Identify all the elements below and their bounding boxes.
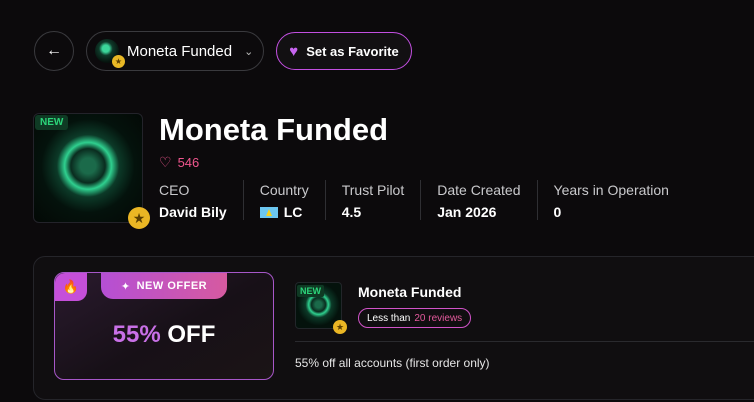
stat-date-created: Date Created Jan 2026 — [420, 180, 536, 220]
likes-counter[interactable]: ♡ 546 — [159, 154, 199, 171]
back-button[interactable]: ← — [34, 31, 74, 71]
stat-label: Trust Pilot — [341, 182, 405, 198]
heart-icon: ♥ — [289, 42, 299, 60]
new-offer-label: NEW OFFER — [136, 280, 208, 292]
fire-icon: 🔥 — [55, 273, 87, 301]
page-title: Moneta Funded — [159, 112, 389, 147]
arrow-left-icon: ← — [46, 42, 62, 59]
stat-value: 0 — [553, 204, 562, 220]
reviews-count: 20 reviews — [414, 312, 463, 324]
firm-selector-label: Moneta Funded — [127, 42, 233, 60]
stat-trustpilot: Trust Pilot 4.5 — [324, 180, 421, 220]
verified-star-icon: ★ — [128, 207, 150, 229]
offer-tile[interactable]: 🔥 ✦ NEW OFFER 55% OFF — [54, 272, 274, 380]
set-favorite-label: Set as Favorite — [306, 43, 399, 59]
reviews-badge: Less than 20 reviews — [358, 308, 472, 328]
stat-value: Jan 2026 — [437, 204, 497, 220]
likes-count: 546 — [177, 155, 200, 170]
stat-label: Date Created — [437, 182, 521, 198]
firm-stats: CEO David Bily Country LC Trust Pilot 4.… — [159, 180, 685, 220]
stat-label: Country — [259, 182, 309, 198]
offer-card[interactable]: 🔥 ✦ NEW OFFER 55% OFF NEW ★ Moneta Funde… — [33, 256, 754, 400]
stat-value: LC — [259, 204, 309, 220]
discount-text: 55% OFF — [55, 321, 273, 349]
top-bar: ← ★ Moneta Funded ⌄ ♥ Set as Favorite — [34, 31, 412, 71]
new-offer-tag: ✦ NEW OFFER — [101, 273, 227, 299]
chevron-down-icon: ⌄ — [244, 45, 254, 58]
flag-icon — [259, 206, 278, 218]
firm-logo: NEW — [33, 113, 143, 223]
firm-selector[interactable]: ★ Moneta Funded ⌄ — [86, 31, 265, 71]
stat-value: David Bily — [159, 204, 227, 220]
discount-percent: 55% — [112, 321, 161, 348]
star-badge-icon: ★ — [112, 55, 125, 68]
divider — [295, 341, 754, 342]
verified-star-icon: ★ — [333, 320, 347, 334]
sparkle-icon: ✦ — [120, 280, 131, 293]
new-badge: NEW — [297, 285, 324, 297]
offer-firm-name: Moneta Funded — [358, 284, 462, 300]
firm-logo-icon: ★ — [95, 39, 125, 68]
stat-ceo: CEO David Bily — [159, 180, 243, 220]
stat-country: Country LC — [242, 180, 325, 220]
heart-outline-icon: ♡ — [159, 154, 172, 170]
offer-description: 55% off all accounts (first order only) — [295, 356, 490, 370]
new-badge: NEW — [35, 115, 69, 130]
discount-off: OFF — [167, 321, 216, 348]
stat-label: Years in Operation — [553, 182, 669, 198]
stat-value: 4.5 — [341, 204, 362, 220]
stat-years: Years in Operation 0 — [536, 180, 685, 220]
stat-label: CEO — [159, 182, 190, 198]
reviews-prefix: Less than — [367, 312, 411, 324]
country-code: LC — [283, 204, 303, 220]
offer-firm-logo: NEW ★ — [295, 282, 347, 334]
set-favorite-button[interactable]: ♥ Set as Favorite — [276, 32, 412, 70]
